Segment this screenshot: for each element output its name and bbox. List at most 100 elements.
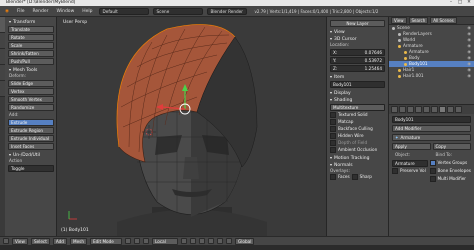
depth-of-field-checkbox[interactable]: Depth of Field [330, 140, 388, 147]
viewport-shading-icon[interactable] [125, 238, 131, 244]
menu-help[interactable]: Help [80, 9, 94, 14]
randomize-button[interactable]: Randomize [8, 104, 54, 111]
3d-viewport[interactable]: User Persp (1) Body101 [57, 17, 326, 236]
faces-overlay-checkbox[interactable]: Faces [330, 174, 350, 181]
inset-faces-button[interactable]: Inset Faces [8, 143, 54, 150]
data-tab-icon[interactable] [447, 106, 454, 113]
object-tab-icon[interactable] [423, 106, 430, 113]
menu-window[interactable]: Window [55, 9, 77, 14]
cursor-x-field[interactable]: X: 0.07646 [330, 49, 385, 56]
tab-options[interactable] [0, 65, 5, 81]
outliner-view-menu[interactable]: View [391, 17, 407, 24]
blender-logo-icon[interactable]: ◉ [3, 9, 11, 14]
material-tab-icon[interactable] [455, 106, 462, 113]
3d-cursor-panel-header[interactable]: 3D Cursor [327, 35, 388, 42]
item-name-field[interactable]: Body101 [330, 81, 385, 88]
action-select[interactable]: Toggle [8, 165, 54, 172]
shading-panel-header[interactable]: Shading [327, 96, 388, 103]
vertex-groups-checkbox[interactable]: Vertex Groups [430, 160, 472, 167]
select-menu[interactable]: Select [30, 237, 50, 245]
preserve-volume-checkbox[interactable]: Preserve Vol [392, 168, 428, 175]
sharp-overlay-checkbox[interactable]: Sharp [352, 174, 372, 181]
extrude-region-button[interactable]: Extrude Region [8, 127, 54, 134]
location-label: Location: [330, 42, 350, 47]
rotate-button[interactable]: Rotate [8, 34, 54, 41]
vertex-slide-button[interactable]: Vertex [8, 88, 54, 95]
mesh-menu[interactable]: Mesh [69, 237, 87, 245]
snap-icon[interactable] [226, 238, 232, 244]
display-panel-header[interactable]: Display [327, 89, 388, 96]
outliner-display-mode[interactable]: All Scenes [430, 17, 457, 24]
global-layer-selector[interactable]: Global [235, 237, 255, 245]
hidden-wire-checkbox[interactable]: Hidden Wire [330, 133, 388, 140]
object-name-field[interactable]: Body101 [392, 116, 471, 123]
multi-modifier-checkbox[interactable]: Multi Modifier [430, 176, 472, 183]
add-modifier-select[interactable]: Add Modifier [392, 125, 471, 132]
slide-edge-button[interactable]: Slide Edge [8, 80, 54, 87]
cursor-z-field[interactable]: Z: 1.25464 [330, 65, 385, 72]
push-pull-button[interactable]: Push/Pull [8, 58, 54, 65]
layout-selector[interactable]: Default [98, 7, 149, 15]
cursor-y-value: 0.53972 [364, 58, 382, 63]
constraints-tab-icon[interactable] [431, 106, 438, 113]
scene-tab-icon[interactable] [407, 106, 414, 113]
edge-select-icon[interactable] [190, 238, 196, 244]
visibility-eye-icon[interactable]: ◉ [467, 73, 471, 79]
extrude-individual-button[interactable]: Extrude Individual [8, 135, 54, 142]
transform-panel-header[interactable]: Transform [6, 18, 56, 25]
vertex-select-icon[interactable] [181, 238, 187, 244]
proportional-edit-icon[interactable] [217, 238, 223, 244]
smooth-vertex-button[interactable]: Smooth Vertex [8, 96, 54, 103]
mesh-tools-panel-header[interactable]: Mesh Tools [6, 66, 56, 73]
manipulator-icon[interactable] [143, 238, 149, 244]
shrink-fatten-button[interactable]: Shrink/Fatten [8, 50, 54, 57]
render-tab-icon[interactable] [391, 106, 398, 113]
render-engine-selector[interactable]: Blender Render [206, 7, 247, 15]
backface-culling-checkbox[interactable]: Backface Culling [330, 126, 388, 133]
tab-shading[interactable] [0, 49, 5, 65]
menu-render[interactable]: Render [30, 9, 50, 14]
copy-modifier-button[interactable]: Copy [432, 143, 471, 150]
scale-button[interactable]: Scale [8, 42, 54, 49]
normals-panel-header[interactable]: Normals [327, 161, 388, 168]
matcap-checkbox[interactable]: Matcap [330, 119, 388, 126]
item-name-value: Body101 [333, 82, 352, 87]
view-menu[interactable]: View [12, 237, 28, 245]
menu-file[interactable]: File [15, 9, 27, 14]
tab-grease-pencil[interactable] [0, 81, 5, 97]
extrude-button[interactable]: Extrude [8, 119, 54, 126]
face-select-icon[interactable] [199, 238, 205, 244]
scene-selector[interactable]: Scene [152, 7, 203, 15]
add-menu[interactable]: Add [52, 237, 67, 245]
armature-object-field[interactable]: Armature [392, 160, 428, 167]
translate-button[interactable]: Translate [8, 26, 54, 33]
viewport-header: View Select Add Mesh Edit Mode Local Glo… [0, 236, 474, 245]
new-layer-button[interactable]: New Layer [330, 20, 385, 27]
viewport-object-label: (1) Body101 [61, 228, 89, 233]
viewport-scene[interactable] [57, 17, 326, 236]
item-panel-header[interactable]: Item [327, 73, 388, 80]
viewport-properties-region: New Layer View 3D Cursor Location: X: 0.0… [326, 17, 388, 236]
bone-envelopes-checkbox[interactable]: Bone Envelopes [430, 168, 472, 175]
motion-tracking-panel-header[interactable]: Motion Tracking [327, 154, 388, 161]
occlude-geometry-icon[interactable] [208, 238, 214, 244]
apply-modifier-button[interactable]: Apply [392, 143, 431, 150]
editor-type-icon[interactable] [3, 238, 9, 244]
textured-solid-checkbox[interactable]: Textured Solid [330, 112, 388, 119]
outliner-search-menu[interactable]: Search [408, 17, 429, 24]
undo-panel-header[interactable]: Un-/Dzd/Util [6, 151, 56, 158]
ambient-occlusion-checkbox[interactable]: Ambient Occlusion [330, 147, 388, 154]
tab-create[interactable] [0, 33, 5, 49]
shading-mode-select[interactable]: Multitexture [330, 104, 385, 111]
transform-orientation-selector[interactable]: Local [152, 237, 178, 245]
world-tab-icon[interactable] [415, 106, 422, 113]
tab-tools[interactable] [0, 17, 5, 33]
view-panel-header[interactable]: View [327, 28, 388, 35]
cursor-y-field[interactable]: Y: 0.53972 [330, 57, 385, 64]
mode-selector[interactable]: Edit Mode [90, 237, 122, 245]
modifiers-tab-icon[interactable] [439, 106, 446, 113]
pivot-point-icon[interactable] [134, 238, 140, 244]
armature-modifier-header[interactable]: ✦ Armature [392, 134, 471, 141]
render-layers-tab-icon[interactable] [399, 106, 406, 113]
outliner-row[interactable]: Hair1.001 ◉ [389, 73, 474, 79]
